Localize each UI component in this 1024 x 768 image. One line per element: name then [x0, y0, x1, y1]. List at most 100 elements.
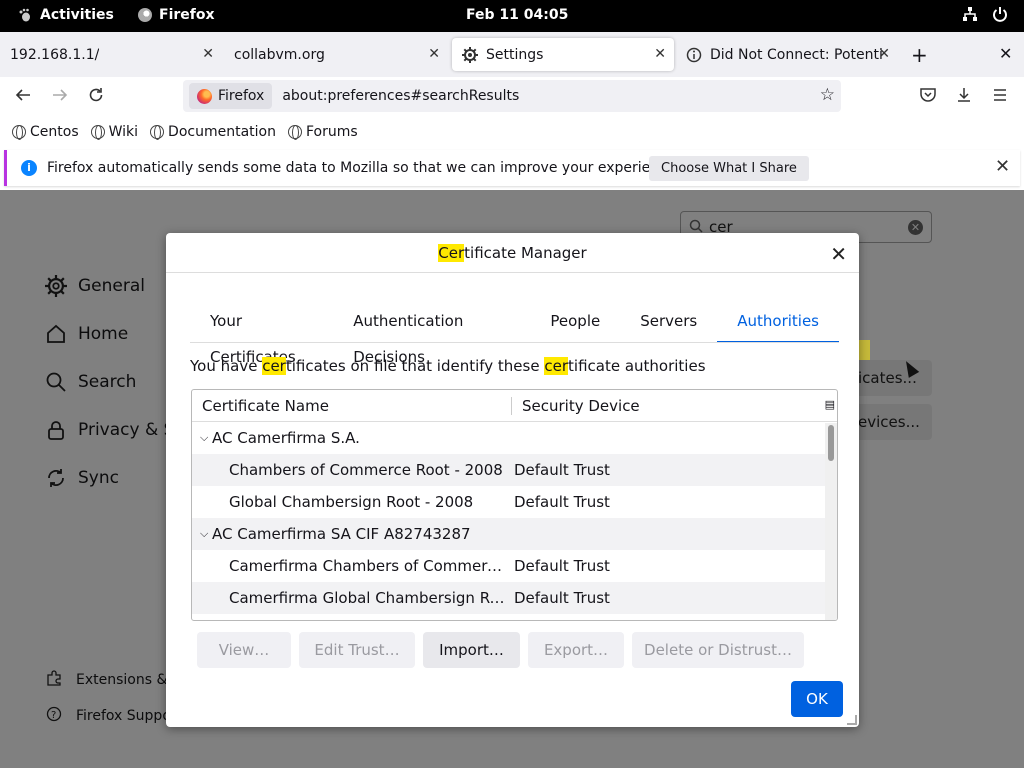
clear-search-icon[interactable]: ✕ — [908, 220, 923, 235]
app-menu[interactable]: Firefox — [138, 7, 215, 23]
column-picker-icon[interactable]: ▤ — [825, 398, 835, 411]
tree-row[interactable]: Chambers of Commerce Root - 2008 Default… — [192, 454, 825, 486]
tab-close-icon[interactable]: ✕ — [654, 46, 666, 62]
activities-button[interactable]: Activities — [18, 7, 114, 23]
pocket-icon[interactable] — [919, 86, 937, 109]
hamburger-menu-icon[interactable] — [991, 86, 1009, 109]
tabs-divider — [190, 342, 839, 343]
bookmark-label: Wiki — [108, 124, 139, 140]
clock[interactable]: Feb 11 04:05 — [466, 7, 568, 23]
home-icon — [44, 322, 68, 346]
sidebar-item-general[interactable]: General — [44, 274, 145, 298]
sidebar-item-privacy[interactable]: Privacy & Se — [44, 418, 185, 442]
bookmark-label: Forums — [305, 124, 358, 140]
view-certificates-button[interactable]: icates... — [848, 360, 932, 396]
row-name: Global Chambersign Root - 2008 — [229, 493, 474, 511]
tab-your-certificates[interactable]: Your Certificates — [190, 303, 333, 366]
tab-router[interactable]: 192.168.1.1/ ✕ — [0, 38, 222, 71]
row-device: Default Trust — [514, 461, 610, 479]
row-name: AC Camerfirma S.A. — [212, 429, 360, 447]
sidebar-item-home[interactable]: Home — [44, 322, 128, 346]
tab-servers[interactable]: Servers — [620, 303, 717, 343]
sidebar-item-support[interactable]: ? Firefox Suppo — [46, 706, 171, 726]
globe-icon — [150, 125, 165, 140]
dialog-close-icon[interactable]: ✕ — [830, 242, 847, 266]
forward-arrow-icon[interactable] — [51, 86, 69, 109]
url-bar[interactable]: Firefox about:preferences#searchResults … — [183, 80, 841, 112]
tree-row[interactable]: Camerfirma Global Chambersign Root Defau… — [192, 582, 825, 614]
tab-close-icon[interactable]: ✕ — [202, 46, 214, 62]
tab-title: 192.168.1.1/ — [10, 46, 100, 63]
firefox-icon — [138, 8, 152, 22]
import-button[interactable]: Import… — [423, 632, 520, 668]
bookmark-documentation[interactable]: Documentation — [150, 124, 276, 140]
sidebar-item-search[interactable]: Search — [44, 370, 136, 394]
bookmark-label: Documentation — [168, 124, 276, 140]
sidebar-item-sync[interactable]: Sync — [44, 466, 119, 490]
desc-part: tificates on file that identify these — [285, 357, 545, 375]
notification-close-icon[interactable]: ✕ — [995, 156, 1010, 177]
sidebar-label: Sync — [78, 468, 119, 488]
new-tab-plus-icon[interactable]: + — [911, 43, 928, 67]
tab-people[interactable]: People — [530, 303, 620, 343]
power-icon[interactable] — [992, 6, 1008, 22]
svg-text:?: ? — [51, 710, 56, 721]
bookmark-centos[interactable]: Centos — [12, 124, 79, 140]
row-device: Default Trust — [514, 589, 610, 607]
tree-scrollbar[interactable] — [825, 423, 837, 620]
downloads-icon[interactable] — [955, 86, 973, 109]
delete-or-distrust-button[interactable]: Delete or Distrust… — [632, 632, 804, 668]
sidebar-label: Extensions & T — [76, 672, 181, 688]
sidebar-item-extensions[interactable]: Extensions & T — [46, 670, 180, 690]
tab-close-icon[interactable]: ✕ — [428, 46, 440, 62]
url-text[interactable]: about:preferences#searchResults — [282, 88, 519, 104]
tab-authorities[interactable]: Authorities — [717, 303, 839, 343]
sidebar-label: Search — [78, 372, 137, 392]
tree-row-group[interactable]: ⌵ AC Camerfirma S.A. — [192, 422, 825, 454]
bookmark-label: Centos — [30, 124, 79, 140]
dialog-title: Certificate Manager — [166, 233, 859, 273]
gear-icon — [44, 274, 68, 298]
bookmark-forums[interactable]: Forums — [287, 124, 358, 140]
resize-grip-icon[interactable] — [847, 715, 857, 725]
network-icon[interactable] — [962, 6, 978, 22]
tree-row[interactable]: Global Chambersign Root - 2008 Default T… — [192, 486, 825, 518]
tab-collabvm[interactable]: collabvm.org ✕ — [224, 38, 448, 71]
chevron-down-icon[interactable]: ⌵ — [200, 527, 212, 541]
navigation-toolbar: Firefox about:preferences#searchResults … — [0, 77, 1024, 117]
row-name: Camerfirma Chambers of Commerce R... — [229, 557, 509, 575]
bookmark-star-icon[interactable]: ☆ — [820, 85, 835, 105]
title-text: tificate Manager — [464, 244, 587, 262]
tab-close-icon[interactable]: ✕ — [878, 46, 890, 62]
view-button[interactable]: View… — [197, 632, 291, 668]
tab-settings[interactable]: Settings ✕ — [452, 38, 674, 71]
info-circle-icon — [686, 47, 702, 63]
ok-button[interactable]: OK — [791, 681, 843, 717]
activities-label: Activities — [40, 7, 114, 23]
tab-did-not-connect[interactable]: Did Not Connect: Potentia ✕ — [676, 38, 898, 71]
lock-icon — [44, 418, 68, 442]
choose-what-i-share-button[interactable]: Choose What I Share — [649, 156, 809, 181]
tab-strip: 192.168.1.1/ ✕ collabvm.org ✕ Settings ✕… — [0, 32, 1024, 77]
tab-authentication-decisions[interactable]: Authentication Decisions — [333, 303, 530, 366]
search-icon — [44, 370, 68, 394]
reload-icon[interactable] — [87, 86, 105, 109]
column-security-device[interactable]: Security Device — [512, 397, 640, 415]
certificate-tree[interactable]: Certificate Name Security Device ▤ ⌵ AC … — [191, 389, 838, 621]
tree-row-group[interactable]: ⌵ AC Camerfirma SA CIF A82743287 — [192, 518, 825, 550]
export-button[interactable]: Export… — [528, 632, 624, 668]
tree-row[interactable]: Camerfirma Chambers of Commerce R... Def… — [192, 550, 825, 582]
security-devices-button[interactable]: evices... — [848, 404, 932, 440]
globe-icon — [287, 125, 302, 140]
chevron-down-icon[interactable]: ⌵ — [200, 431, 212, 445]
bookmark-wiki[interactable]: Wiki — [90, 124, 139, 140]
column-certificate-name[interactable]: Certificate Name — [192, 396, 512, 415]
back-arrow-icon[interactable] — [14, 86, 32, 109]
identity-chip[interactable]: Firefox — [189, 83, 273, 109]
gear-icon — [462, 46, 478, 63]
desc-highlight: cer — [544, 357, 569, 375]
title-highlight: Cer — [438, 244, 465, 262]
edit-trust-button[interactable]: Edit Trust… — [299, 632, 415, 668]
scrollbar-thumb[interactable] — [828, 425, 834, 461]
window-close-icon[interactable]: ✕ — [999, 44, 1012, 63]
